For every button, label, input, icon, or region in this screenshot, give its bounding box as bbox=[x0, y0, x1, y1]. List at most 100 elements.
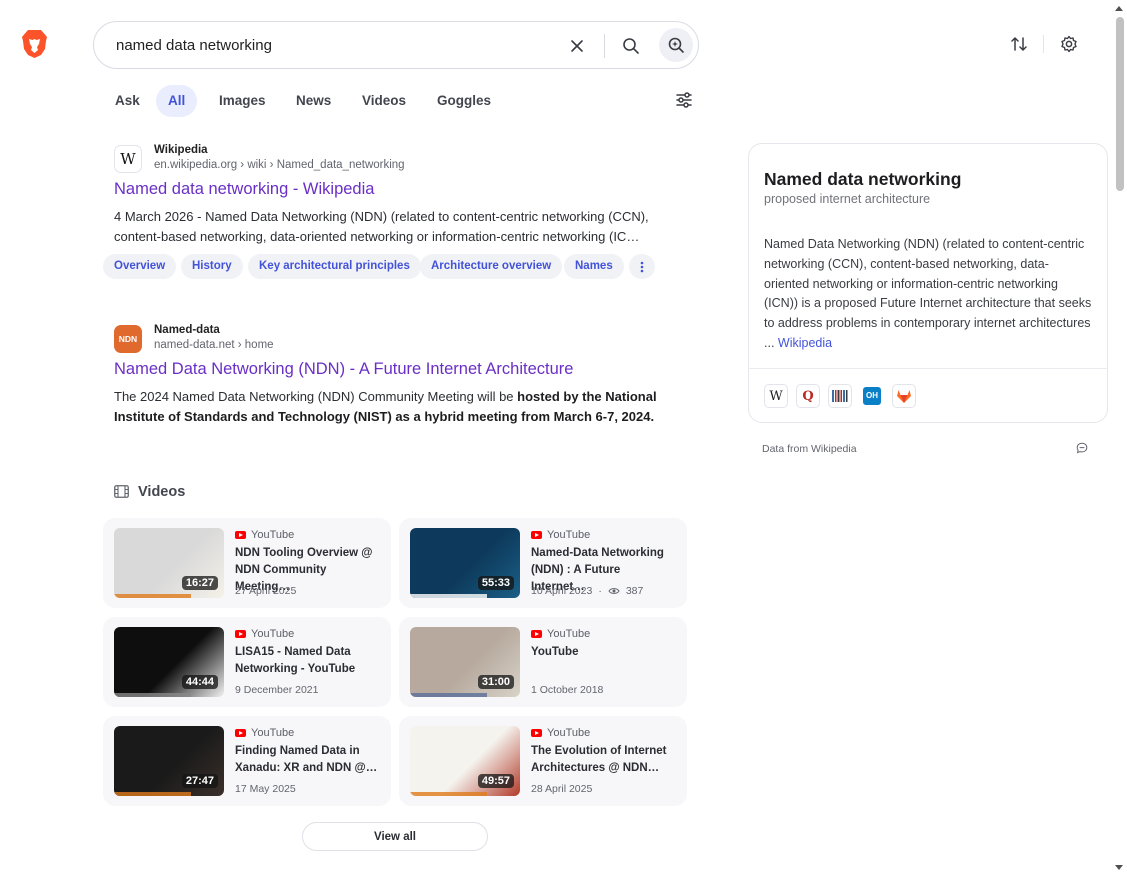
youtube-icon bbox=[531, 729, 542, 737]
result-url[interactable]: en.wikipedia.org › wiki › Named_data_net… bbox=[154, 159, 405, 171]
video-card[interactable]: 44:44 YouTube LISA15 - Named Data Networki… bbox=[103, 617, 391, 707]
video-thumbnail[interactable]: 27:47 bbox=[114, 726, 224, 796]
video-duration: 31:00 bbox=[477, 675, 514, 689]
video-meta: 1 October 2018 bbox=[531, 684, 603, 696]
scrollbar-thumb[interactable] bbox=[1116, 17, 1124, 191]
result-date: 4 March 2026 bbox=[114, 209, 194, 224]
video-thumbnail[interactable]: 31:00 bbox=[410, 627, 520, 697]
brave-logo-icon[interactable] bbox=[21, 29, 48, 59]
filter-sliders-icon[interactable] bbox=[674, 90, 694, 110]
more-vertical-icon[interactable] bbox=[629, 254, 655, 279]
kp-description: Named Data Networking (NDN) (related to … bbox=[764, 235, 1094, 354]
video-source-label: YouTube bbox=[251, 529, 295, 541]
scroll-up-arrow-icon[interactable] bbox=[1114, 4, 1124, 12]
chip-architecture-overview[interactable]: Architecture overview bbox=[420, 254, 563, 279]
youtube-icon bbox=[235, 531, 246, 539]
video-duration: 27:47 bbox=[181, 774, 218, 788]
sort-icon[interactable] bbox=[1008, 33, 1030, 55]
result-snippet-text: Named Data Networking (NDN) (related to … bbox=[114, 209, 649, 244]
video-card[interactable]: 49:57 YouTube The Evolution of Internet Ar… bbox=[399, 716, 687, 806]
result-site-name[interactable]: Wikipedia bbox=[154, 144, 208, 156]
search-input[interactable]: named data networking bbox=[116, 37, 272, 54]
tab-goggles[interactable]: Goggles bbox=[425, 85, 503, 117]
meta-separator: · bbox=[598, 585, 602, 597]
snippet-end: . bbox=[650, 409, 655, 424]
video-views: 387 bbox=[625, 585, 644, 597]
youtube-icon bbox=[531, 531, 542, 539]
video-date: 17 May 2025 bbox=[235, 783, 296, 795]
video-thumbnail[interactable]: 44:44 bbox=[114, 627, 224, 697]
kp-divider bbox=[749, 368, 1107, 369]
video-source: YouTube bbox=[235, 628, 294, 640]
video-date: 28 April 2025 bbox=[531, 783, 593, 795]
video-duration: 44:44 bbox=[181, 675, 218, 689]
video-title[interactable]: LISA15 - Named Data Networking - YouTube bbox=[235, 644, 381, 678]
video-date: 1 October 2018 bbox=[531, 684, 604, 696]
result-url[interactable]: named-data.net › home bbox=[154, 339, 274, 351]
video-card[interactable]: 27:47 YouTube Finding Named Data in Xanadu… bbox=[103, 716, 391, 806]
kp-title: Named data networking bbox=[764, 169, 962, 189]
scroll-down-arrow-icon[interactable] bbox=[1114, 864, 1124, 872]
video-card[interactable]: 55:33 YouTube Named-Data Networking (NDN) … bbox=[399, 518, 687, 608]
video-date: 10 April 2023 bbox=[531, 585, 593, 597]
video-thumbnail[interactable]: 16:27 bbox=[114, 528, 224, 598]
video-source: YouTube bbox=[531, 727, 590, 739]
feedback-chat-icon[interactable] bbox=[1076, 442, 1088, 454]
video-source-label: YouTube bbox=[251, 628, 295, 640]
ai-search-icon[interactable] bbox=[659, 28, 693, 62]
video-duration: 55:33 bbox=[477, 576, 514, 590]
header-divider bbox=[1043, 35, 1044, 53]
video-card[interactable]: 31:00 YouTube YouTube 1 October 2018 bbox=[399, 617, 687, 707]
video-source-label: YouTube bbox=[547, 727, 591, 739]
video-date: 9 December 2021 bbox=[235, 684, 319, 696]
video-thumbnail[interactable]: 55:33 bbox=[410, 528, 520, 598]
youtube-icon bbox=[531, 630, 542, 638]
openhub-icon[interactable]: OH bbox=[860, 384, 884, 408]
tab-ask[interactable]: Ask bbox=[103, 85, 152, 117]
chip-overview[interactable]: Overview bbox=[103, 254, 177, 279]
tab-videos[interactable]: Videos bbox=[350, 85, 418, 117]
result-site-name[interactable]: Named-data bbox=[154, 324, 220, 336]
library-icon[interactable] bbox=[828, 384, 852, 408]
video-date: 27 April 2025 bbox=[235, 585, 297, 597]
video-title[interactable]: Finding Named Data in Xanadu: XR and NDN… bbox=[235, 743, 381, 777]
settings-gear-icon[interactable] bbox=[1058, 33, 1080, 55]
video-title[interactable]: YouTube bbox=[531, 644, 677, 661]
clear-search-icon[interactable] bbox=[565, 34, 589, 58]
video-meta: 17 May 2025 bbox=[235, 783, 296, 795]
chip-names[interactable]: Names bbox=[564, 254, 624, 279]
video-meta: 28 April 2025 bbox=[531, 783, 592, 795]
quora-icon[interactable]: Q bbox=[796, 384, 820, 408]
video-duration: 49:57 bbox=[477, 774, 514, 788]
kp-description-text: Named Data Networking (NDN) (related to … bbox=[764, 237, 1092, 350]
video-source-label: YouTube bbox=[251, 727, 295, 739]
search-bar[interactable]: named data networking bbox=[93, 21, 699, 69]
video-source-label: YouTube bbox=[547, 628, 591, 640]
views-eye-icon bbox=[608, 588, 620, 594]
tab-news[interactable]: News bbox=[284, 85, 343, 117]
chip-history[interactable]: History bbox=[181, 254, 243, 279]
snippet-plain: The 2024 Named Data Networking (NDN) Com… bbox=[114, 389, 518, 404]
search-divider bbox=[604, 34, 605, 58]
result-title-link[interactable]: Named data networking - Wikipedia bbox=[114, 180, 374, 199]
wikipedia-icon[interactable]: W bbox=[764, 384, 788, 408]
chip-key-principles[interactable]: Key architectural principles bbox=[248, 254, 421, 279]
youtube-icon bbox=[235, 630, 246, 638]
view-all-videos-button[interactable]: View all bbox=[302, 822, 488, 851]
wikipedia-favicon-icon[interactable]: W bbox=[114, 145, 142, 173]
kp-footer-source: Data from Wikipedia bbox=[762, 443, 857, 455]
video-card[interactable]: 16:27 YouTube NDN Tooling Overview @ NDN C… bbox=[103, 518, 391, 608]
tab-all[interactable]: All bbox=[156, 85, 198, 117]
video-source-label: YouTube bbox=[547, 529, 591, 541]
video-meta: 9 December 2021 bbox=[235, 684, 318, 696]
gitlab-icon[interactable] bbox=[892, 384, 916, 408]
search-icon[interactable] bbox=[619, 34, 643, 58]
youtube-icon bbox=[235, 729, 246, 737]
kp-wikipedia-link[interactable]: Wikipedia bbox=[778, 336, 832, 350]
result-title-link[interactable]: Named Data Networking (NDN) - A Future I… bbox=[114, 360, 573, 379]
video-thumbnail[interactable]: 49:57 bbox=[410, 726, 520, 796]
result-snippet: The 2024 Named Data Networking (NDN) Com… bbox=[114, 387, 679, 427]
video-title[interactable]: The Evolution of Internet Architectures … bbox=[531, 743, 677, 777]
tab-images[interactable]: Images bbox=[207, 85, 278, 117]
named-data-favicon-icon[interactable]: NDN bbox=[114, 325, 142, 353]
